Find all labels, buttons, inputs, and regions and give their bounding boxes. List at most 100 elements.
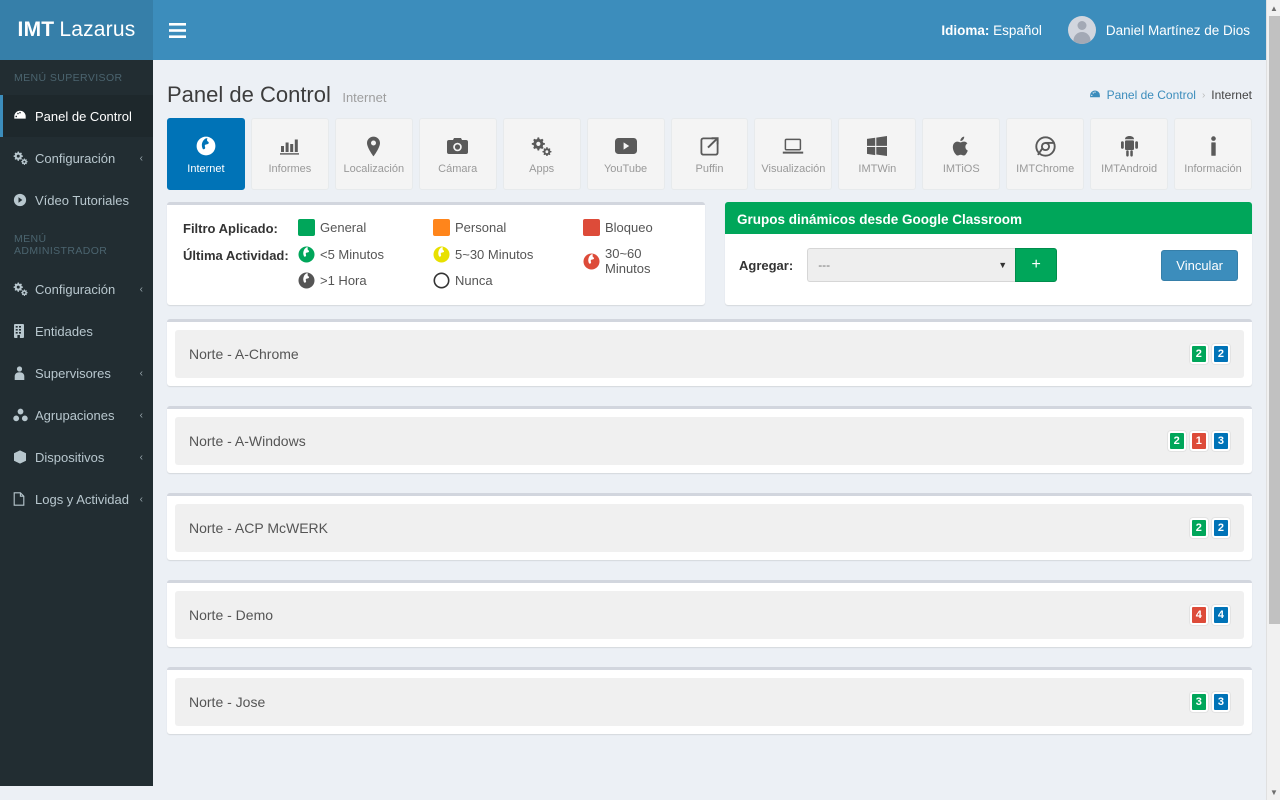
legend-label: General xyxy=(320,220,367,235)
windows-icon xyxy=(867,133,888,159)
scroll-up-arrow-icon[interactable]: ▲ xyxy=(1267,0,1280,16)
legend-filter-personal: Personal xyxy=(433,219,583,236)
sidebar-item-label: Configuración xyxy=(35,281,116,297)
tab-visualizacion[interactable]: Visualización xyxy=(754,118,833,190)
tab-youtube[interactable]: YouTube xyxy=(586,118,665,190)
table-row[interactable]: Norte - Jose 3 3 xyxy=(175,678,1244,726)
info-icon xyxy=(1209,133,1218,159)
user-menu[interactable]: Daniel Martínez de Dios xyxy=(1067,16,1250,44)
sidebar-item-label: Logs y Actividad xyxy=(35,491,129,507)
tab-camara[interactable]: Cámara xyxy=(418,118,497,190)
sidebar-item-label: Panel de Control xyxy=(35,108,132,124)
tab-label: Visualización xyxy=(761,163,826,175)
language-label: Idioma: xyxy=(941,22,990,38)
navbar: Idioma: Español Daniel Martínez de Dios xyxy=(153,0,1266,60)
status-badge[interactable]: 3 xyxy=(1211,692,1230,712)
avatar xyxy=(1067,16,1096,44)
group-panel: Norte - Jose 3 3 xyxy=(167,667,1252,734)
legend-label: Bloqueo xyxy=(605,220,653,235)
group-name: Norte - Demo xyxy=(189,607,274,623)
play-circle-icon xyxy=(13,193,35,207)
chevron-left-icon: ‹ xyxy=(139,367,143,379)
breadcrumb-current: Internet xyxy=(1211,88,1252,102)
breadcrumb-separator: › xyxy=(1201,89,1206,101)
sidebar-item-logs-y-actividad[interactable]: Logs y Actividad ‹ xyxy=(0,478,153,520)
sidebar-item-supervisores[interactable]: Supervisores ‹ xyxy=(0,352,153,394)
classroom-select[interactable]: --- ▼ xyxy=(807,248,1016,282)
chevron-left-icon: ‹ xyxy=(139,283,143,295)
cube-icon xyxy=(13,450,35,464)
tab-label: IMTiOS xyxy=(942,163,980,175)
tab-internet[interactable]: Internet xyxy=(167,118,245,190)
legend-label: 30~60 Minutos xyxy=(605,246,651,276)
status-badge[interactable]: 4 xyxy=(1211,605,1230,625)
vincular-button[interactable]: Vincular xyxy=(1161,249,1238,281)
share-icon xyxy=(700,133,719,159)
scroll-down-arrow-icon[interactable]: ▼ xyxy=(1267,784,1280,800)
status-badge[interactable]: 2 xyxy=(1167,431,1186,451)
status-badge[interactable]: 3 xyxy=(1189,692,1208,712)
breadcrumb-root[interactable]: Panel de Control xyxy=(1107,88,1196,102)
group-panel: Norte - ACP McWERK 2 2 xyxy=(167,493,1252,560)
app-root: IMT Lazarus Idioma: Español Daniel Martín… xyxy=(0,0,1280,800)
tab-informacion[interactable]: Información xyxy=(1174,118,1252,190)
status-badge[interactable]: 4 xyxy=(1189,605,1208,625)
legend-activity-under-5min: <5 Minutos xyxy=(298,246,433,263)
globe-icon xyxy=(583,253,600,270)
sidebar-item-video-tutoriales[interactable]: Vídeo Tutoriales xyxy=(0,179,153,221)
sidebar-item-panel-de-control[interactable]: Panel de Control xyxy=(0,95,153,137)
tab-imtwin[interactable]: IMTWin xyxy=(838,118,917,190)
legend-activity-30-60min: 30~60 Minutos xyxy=(583,246,689,276)
table-row[interactable]: Norte - ACP McWERK 2 2 xyxy=(175,504,1244,552)
scrollbar-thumb[interactable] xyxy=(1269,16,1280,624)
tab-label: IMTWin xyxy=(858,163,897,175)
sidebar-item-agrupaciones[interactable]: Agrupaciones ‹ xyxy=(0,394,153,436)
chevron-left-icon: ‹ xyxy=(139,451,143,463)
tab-imtios[interactable]: IMTiOS xyxy=(922,118,1001,190)
circle-outline-icon xyxy=(433,272,450,289)
tab-label: Informes xyxy=(268,163,312,175)
status-badge[interactable]: 3 xyxy=(1211,431,1230,451)
sidebar-item-configuracion-supervisor[interactable]: Configuración ‹ xyxy=(0,137,153,179)
legend-activity-col2: 5~30 Minutos Nunca xyxy=(433,246,583,289)
vertical-scrollbar[interactable]: ▲ ▼ xyxy=(1266,0,1280,800)
sidebar-header-supervisor: MENÚ SUPERVISOR xyxy=(14,72,123,84)
status-badge[interactable]: 2 xyxy=(1189,518,1208,538)
legend-activity-over-1hour: >1 Hora xyxy=(298,272,433,289)
tab-puffin[interactable]: Puffin xyxy=(670,118,749,190)
status-badge[interactable]: 1 xyxy=(1189,431,1208,451)
tab-localizacion[interactable]: Localización xyxy=(334,118,413,190)
gears-icon xyxy=(531,133,552,159)
tab-imtchrome[interactable]: IMTChrome xyxy=(1006,118,1085,190)
legend-panel: Filtro Aplicado: General Personal Bloque… xyxy=(167,202,705,305)
dashboard-icon xyxy=(13,109,35,123)
table-row[interactable]: Norte - Demo 4 4 xyxy=(175,591,1244,639)
logo-light-text: Lazarus xyxy=(59,18,136,41)
app-logo[interactable]: IMT Lazarus xyxy=(0,0,153,60)
tab-apps[interactable]: Apps xyxy=(502,118,581,190)
horizontal-scrollbar[interactable] xyxy=(0,786,1280,800)
legend-label: Nunca xyxy=(455,273,493,288)
sidebar-item-configuracion-admin[interactable]: Configuración ‹ xyxy=(0,268,153,310)
top-header: IMT Lazarus Idioma: Español Daniel Martín… xyxy=(0,0,1266,60)
classroom-select-value: --- xyxy=(818,258,831,272)
group-panel: Norte - Demo 4 4 xyxy=(167,580,1252,647)
badges: 4 4 xyxy=(1189,605,1230,625)
table-row[interactable]: Norte - A-Windows 2 1 3 xyxy=(175,417,1244,465)
tab-imtandroid[interactable]: IMTAndroid xyxy=(1090,118,1169,190)
sidebar-item-dispositivos[interactable]: Dispositivos ‹ xyxy=(0,436,153,478)
content-header: Panel de Control Internet Panel de Contr… xyxy=(153,60,1266,112)
add-group-button[interactable]: + xyxy=(1015,248,1058,282)
status-badge[interactable]: 2 xyxy=(1189,344,1208,364)
youtube-icon xyxy=(614,133,637,159)
status-badge[interactable]: 2 xyxy=(1211,344,1230,364)
table-row[interactable]: Norte - A-Chrome 2 2 xyxy=(175,330,1244,378)
tab-informes[interactable]: Informes xyxy=(250,118,329,190)
sidebar-item-entidades[interactable]: Entidades xyxy=(0,310,153,352)
status-badge[interactable]: 2 xyxy=(1211,518,1230,538)
hamburger-icon[interactable] xyxy=(153,0,201,60)
language-indicator[interactable]: Idioma: Español xyxy=(941,23,1042,38)
user-name: Daniel Martínez de Dios xyxy=(1105,22,1250,38)
sidebar-item-label: Configuración xyxy=(35,150,116,166)
classroom-panel-title: Grupos dinámicos desde Google Classroom xyxy=(725,205,1252,234)
